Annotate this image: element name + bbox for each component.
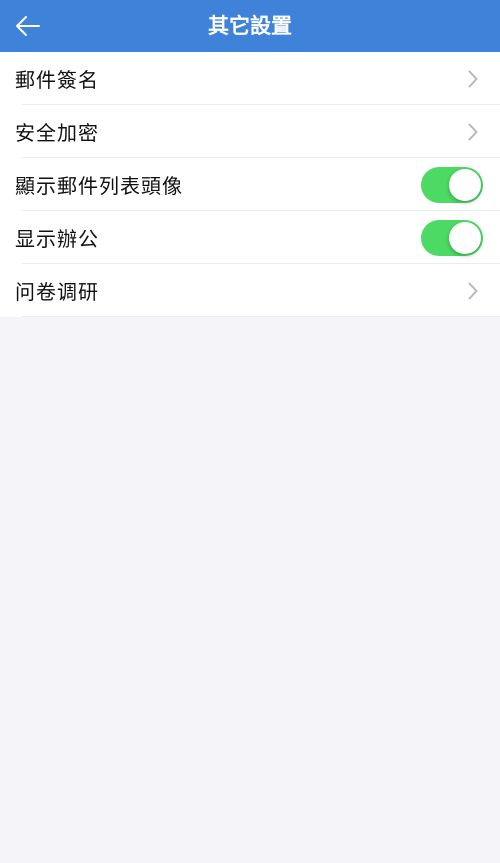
back-arrow-icon (16, 16, 40, 36)
setting-label: 安全加密 (15, 121, 99, 145)
setting-label: 顯示郵件列表頭像 (15, 174, 183, 198)
settings-list: 郵件簽名 安全加密 顯示郵件列表頭像 显示辦公 问卷调研 (0, 52, 500, 317)
show-office-toggle[interactable] (421, 219, 483, 256)
show-avatars-toggle[interactable] (421, 166, 483, 203)
setting-row-survey[interactable]: 问卷调研 (0, 264, 500, 317)
setting-row-show-avatars: 顯示郵件列表頭像 (0, 158, 500, 211)
back-button[interactable] (8, 6, 48, 46)
page-title: 其它設置 (208, 14, 292, 38)
setting-row-mail-signature[interactable]: 郵件簽名 (0, 52, 500, 105)
chevron-right-icon (468, 282, 478, 299)
setting-row-security-encryption[interactable]: 安全加密 (0, 105, 500, 158)
setting-label: 郵件簽名 (15, 68, 99, 92)
chevron-right-icon (468, 70, 478, 87)
setting-label: 显示辦公 (15, 227, 99, 251)
setting-label: 问卷调研 (15, 280, 99, 304)
toggle-knob (449, 221, 481, 254)
toggle-knob (449, 168, 481, 201)
chevron-right-icon (468, 123, 478, 140)
setting-row-show-office: 显示辦公 (0, 211, 500, 264)
nav-bar: 其它設置 (0, 0, 500, 52)
app-root: 其它設置 郵件簽名 安全加密 顯示郵件列表頭像 显示辦公 问卷调研 (0, 0, 500, 863)
